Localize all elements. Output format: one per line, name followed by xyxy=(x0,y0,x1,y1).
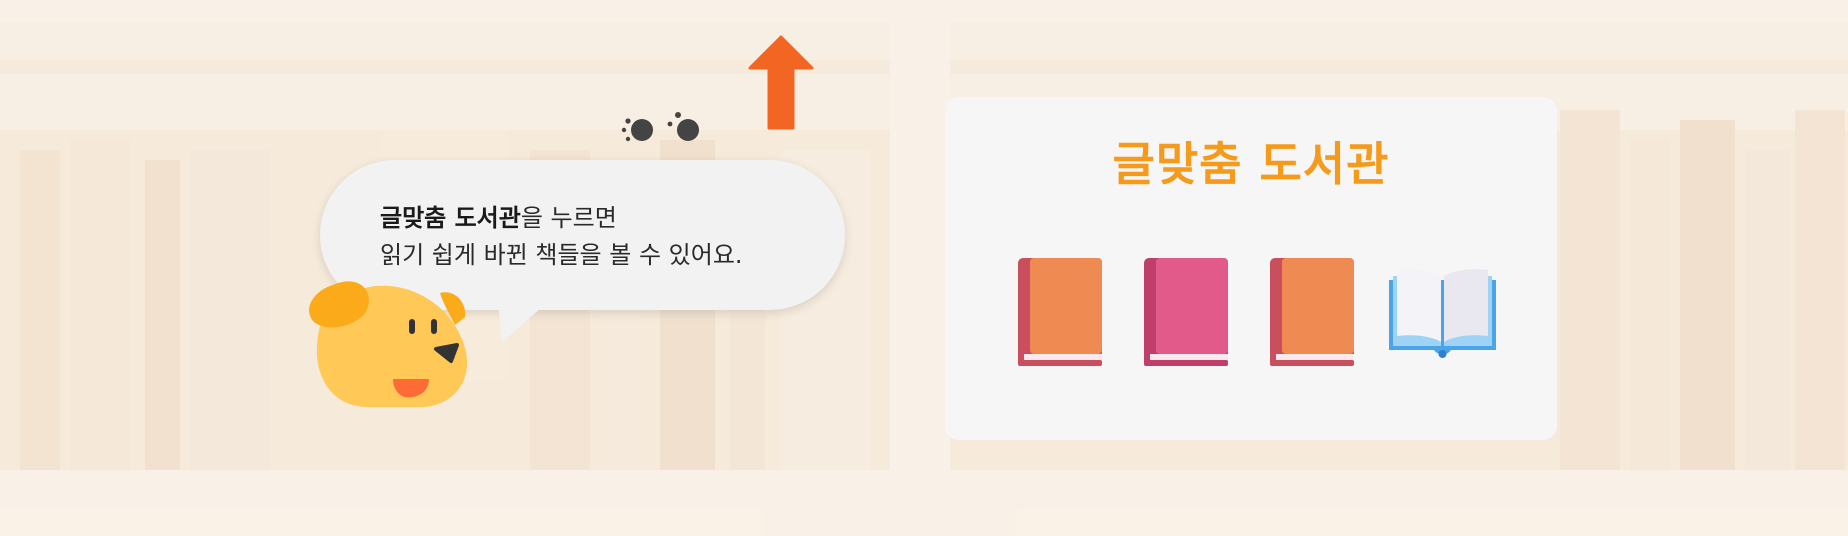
bubble-line1-rest: 을 누르면 xyxy=(520,204,617,232)
bubble-message: 글맞춤 도서관을 누르면 읽기 쉽게 바뀐 책들을 볼 수 있어요. xyxy=(380,200,840,274)
bookshelf-background xyxy=(0,0,1848,536)
dog-icon xyxy=(309,281,468,408)
book-icon xyxy=(1144,258,1228,366)
speech-bubble-tail xyxy=(498,300,550,342)
up-arrow-icon xyxy=(748,35,814,130)
sparkle-icon xyxy=(621,112,699,142)
open-book-icon xyxy=(1389,269,1496,358)
bubble-line2: 읽기 쉽게 바뀐 책들을 볼 수 있어요. xyxy=(380,241,743,269)
bubble-bold-label: 글맞춤 도서관 xyxy=(380,204,521,232)
book-icon xyxy=(1018,258,1102,366)
card-title: 글맞춤 도서관 xyxy=(1112,137,1390,191)
book-icon xyxy=(1270,258,1354,366)
